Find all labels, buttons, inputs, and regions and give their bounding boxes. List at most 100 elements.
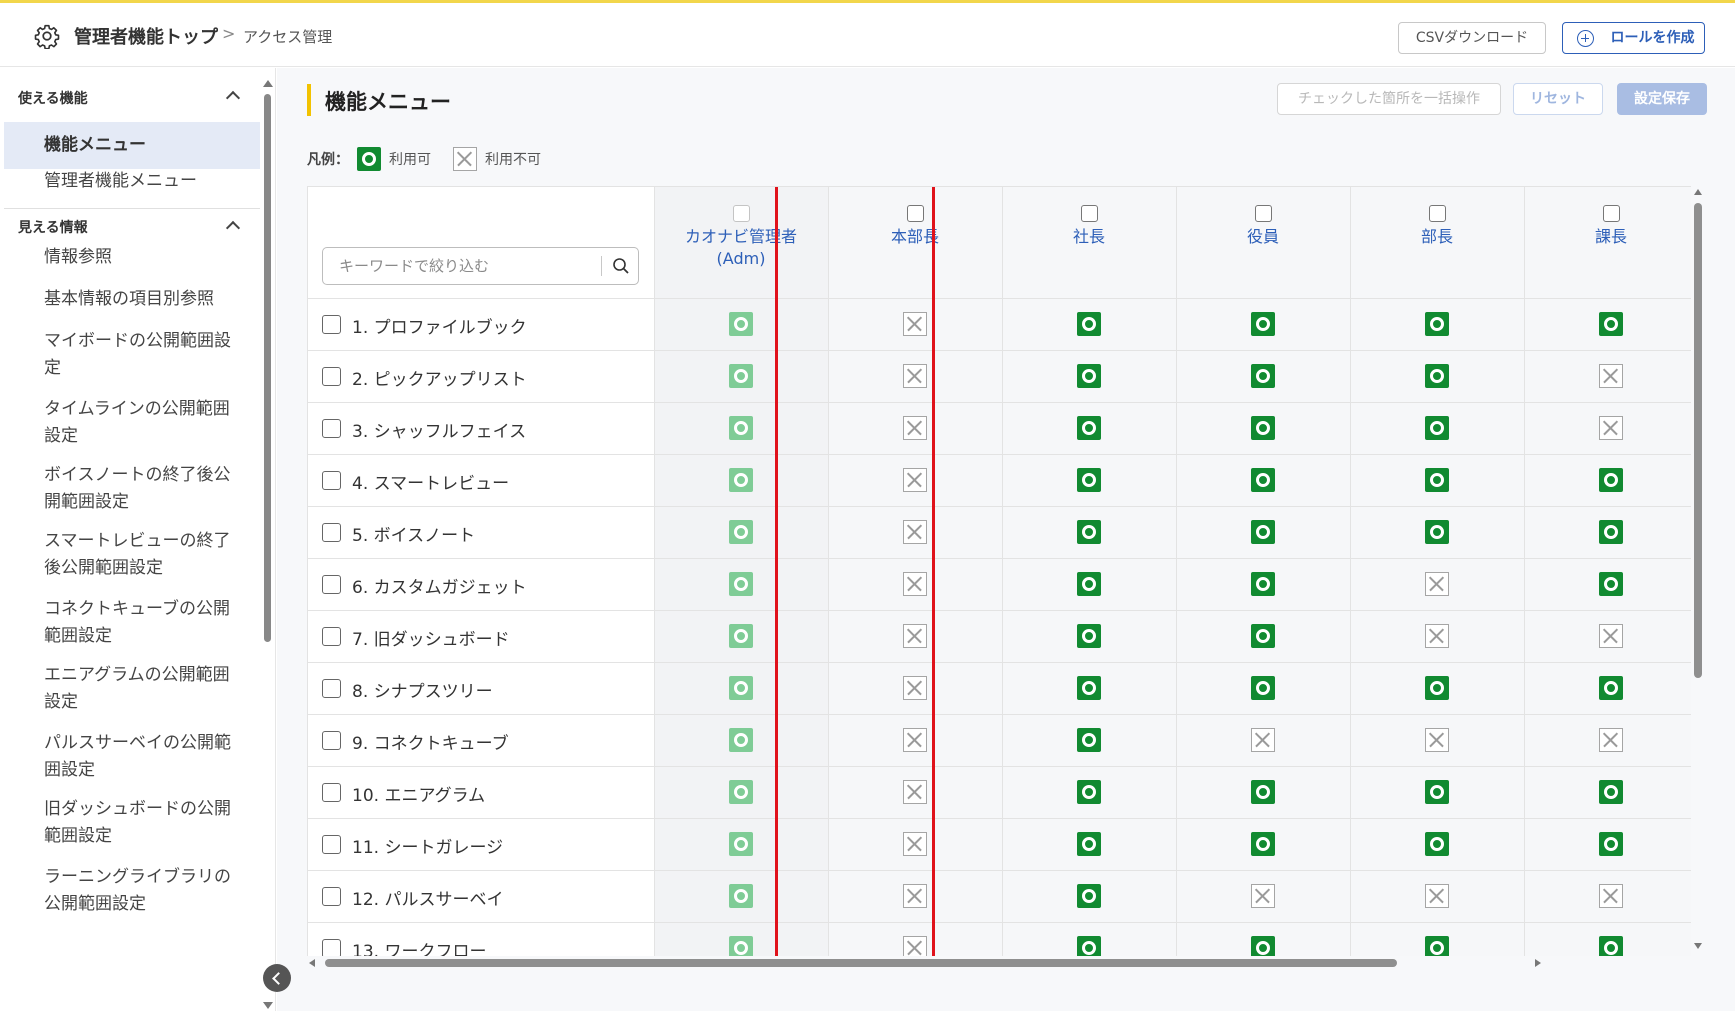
available-icon[interactable] <box>1251 520 1275 544</box>
available-icon[interactable] <box>1425 312 1449 336</box>
available-icon[interactable] <box>1077 676 1101 700</box>
available-icon[interactable] <box>1251 364 1275 388</box>
available-icon[interactable] <box>1251 936 1275 956</box>
available-icon[interactable] <box>1425 832 1449 856</box>
available-icon[interactable] <box>1599 676 1623 700</box>
row-checkbox[interactable] <box>322 783 341 802</box>
role-name[interactable]: 部長 <box>1350 226 1524 248</box>
unavailable-icon[interactable] <box>1251 884 1275 908</box>
sidebar-info-item[interactable]: ボイスノートの終了後公 開範囲設定 <box>4 462 260 516</box>
unavailable-icon[interactable] <box>903 728 927 752</box>
sidebar-info-item[interactable]: 情報参照 <box>4 244 260 271</box>
unavailable-icon[interactable] <box>1599 416 1623 440</box>
available-icon[interactable] <box>1251 832 1275 856</box>
available-icon[interactable] <box>1599 312 1623 336</box>
available-icon[interactable] <box>1077 728 1101 752</box>
available-icon[interactable] <box>1077 572 1101 596</box>
sidebar-info-item[interactable]: マイボードの公開範囲設定 <box>4 328 260 382</box>
unavailable-icon[interactable] <box>903 936 927 956</box>
unavailable-icon[interactable] <box>903 312 927 336</box>
sidebar-info-item[interactable]: スマートレビューの終了 後公開範囲設定 <box>4 528 260 582</box>
available-icon[interactable] <box>1077 416 1101 440</box>
row-checkbox[interactable] <box>322 835 341 854</box>
available-icon[interactable] <box>1077 468 1101 492</box>
available-icon[interactable] <box>1251 416 1275 440</box>
available-icon[interactable] <box>1425 364 1449 388</box>
unavailable-icon[interactable] <box>1251 728 1275 752</box>
unavailable-icon[interactable] <box>903 520 927 544</box>
row-checkbox[interactable] <box>322 367 341 386</box>
available-icon[interactable] <box>1599 780 1623 804</box>
row-checkbox[interactable] <box>322 627 341 646</box>
available-icon[interactable] <box>1077 312 1101 336</box>
unavailable-icon[interactable] <box>1425 624 1449 648</box>
available-icon[interactable] <box>1077 780 1101 804</box>
unavailable-icon[interactable] <box>1599 728 1623 752</box>
available-icon[interactable] <box>1599 936 1623 956</box>
role-select-checkbox[interactable] <box>906 205 924 222</box>
row-checkbox[interactable] <box>322 471 341 490</box>
available-icon[interactable] <box>1077 936 1101 956</box>
available-icon[interactable] <box>1077 832 1101 856</box>
bulk-operation-button[interactable]: チェックした箇所を一括操作 <box>1277 83 1501 115</box>
sidebar-info-item[interactable]: タイムラインの公開範囲 設定 <box>4 396 260 450</box>
available-icon[interactable] <box>1251 572 1275 596</box>
available-icon[interactable] <box>1425 676 1449 700</box>
sidebar-scrollbar[interactable] <box>264 94 271 642</box>
scroll-left-arrow-icon[interactable] <box>309 959 315 967</box>
scroll-right-arrow-icon[interactable] <box>1535 959 1541 967</box>
sidebar-info-item[interactable]: 基本情報の項目別参照 <box>4 286 260 313</box>
available-icon[interactable] <box>1077 624 1101 648</box>
available-icon[interactable] <box>1425 936 1449 956</box>
unavailable-icon[interactable] <box>903 468 927 492</box>
sidebar-collapse-button[interactable] <box>263 964 291 992</box>
table-vertical-scrollbar[interactable] <box>1691 186 1705 956</box>
unavailable-icon[interactable] <box>903 416 927 440</box>
unavailable-icon[interactable] <box>903 780 927 804</box>
save-settings-button[interactable]: 設定保存 <box>1617 83 1707 115</box>
unavailable-icon[interactable] <box>1599 624 1623 648</box>
sidebar-info-item[interactable]: コネクトキューブの公開 範囲設定 <box>4 596 260 650</box>
available-icon[interactable] <box>1251 676 1275 700</box>
scroll-down-arrow-icon[interactable] <box>1694 943 1702 949</box>
role-name[interactable]: 本部長 <box>828 226 1002 248</box>
unavailable-icon[interactable] <box>1425 884 1449 908</box>
available-icon[interactable] <box>1599 572 1623 596</box>
chevron-up-icon[interactable] <box>225 220 241 236</box>
row-checkbox[interactable] <box>322 575 341 594</box>
row-checkbox[interactable] <box>322 731 341 750</box>
role-name[interactable]: 役員 <box>1176 226 1350 248</box>
sidebar-info-item[interactable]: エニアグラムの公開範囲 設定 <box>4 662 260 716</box>
csv-download-button[interactable]: CSVダウンロード <box>1398 22 1546 54</box>
unavailable-icon[interactable] <box>903 364 927 388</box>
sidebar-info-item[interactable]: ラーニングライブラリの 公開範囲設定 <box>4 864 260 918</box>
unavailable-icon[interactable] <box>903 676 927 700</box>
unavailable-icon[interactable] <box>1425 572 1449 596</box>
role-select-checkbox[interactable] <box>1428 205 1446 222</box>
available-icon[interactable] <box>1251 624 1275 648</box>
horizontal-scroll-thumb[interactable] <box>325 959 1397 967</box>
available-icon[interactable] <box>1251 312 1275 336</box>
row-checkbox[interactable] <box>322 939 341 956</box>
chevron-up-icon[interactable] <box>225 90 241 106</box>
row-checkbox[interactable] <box>322 679 341 698</box>
role-select-checkbox[interactable] <box>1254 205 1272 222</box>
role-select-checkbox[interactable] <box>1080 205 1098 222</box>
unavailable-icon[interactable] <box>903 572 927 596</box>
unavailable-icon[interactable] <box>903 624 927 648</box>
available-icon[interactable] <box>1599 832 1623 856</box>
available-icon[interactable] <box>1251 780 1275 804</box>
reset-button[interactable]: リセット <box>1513 83 1603 115</box>
sidebar-item-admin-menu[interactable]: 管理者機能メニュー <box>4 158 260 204</box>
role-name[interactable]: カオナビ管理者 <box>654 226 828 248</box>
available-icon[interactable] <box>1599 468 1623 492</box>
role-select-checkbox[interactable] <box>1602 205 1620 222</box>
available-icon[interactable] <box>1077 364 1101 388</box>
row-checkbox[interactable] <box>322 523 341 542</box>
available-icon[interactable] <box>1425 520 1449 544</box>
row-checkbox[interactable] <box>322 315 341 334</box>
sidebar-info-item[interactable]: 旧ダッシュボードの公開 範囲設定 <box>4 796 260 850</box>
breadcrumb-home[interactable]: 管理者機能トップ <box>74 23 218 49</box>
role-name[interactable]: 社長 <box>1002 226 1176 248</box>
available-icon[interactable] <box>1599 520 1623 544</box>
